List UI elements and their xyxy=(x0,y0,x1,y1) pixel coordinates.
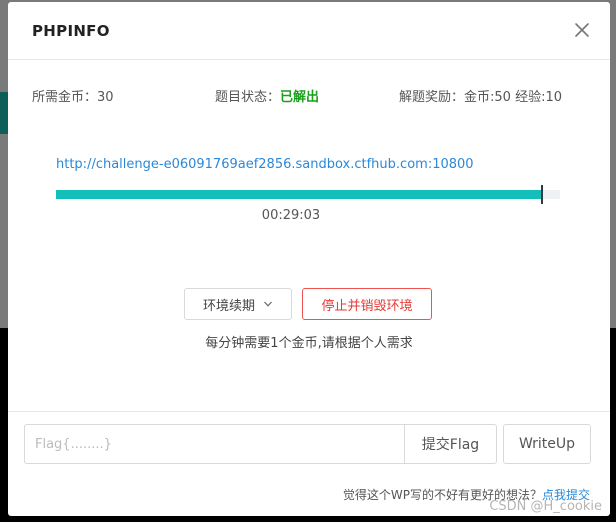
close-icon xyxy=(575,23,589,37)
solve-reward-value: 金币:50 经验:10 xyxy=(464,90,562,105)
solve-reward: 解题奖励：金币:50 经验:10 xyxy=(399,86,562,105)
challenge-status-label: 题目状态： xyxy=(215,90,281,105)
time-progress-bar xyxy=(56,185,560,204)
csdn-watermark: CSDN @H_cookie xyxy=(489,499,602,514)
time-progress-fill xyxy=(56,190,543,199)
challenge-status: 题目状态：已解出 xyxy=(215,86,319,105)
remaining-time: 00:29:03 xyxy=(261,208,321,223)
coin-usage-hint: 每分钟需要1个金币,请根据个人需求 xyxy=(205,336,413,351)
close-button[interactable] xyxy=(572,20,592,40)
time-progress-marker xyxy=(541,185,544,204)
modal-header: PHPINFO xyxy=(8,2,610,60)
required-coins-label: 所需金币： xyxy=(32,90,98,105)
extend-environment-button[interactable]: 环境续期 xyxy=(184,288,292,320)
required-coins: 所需金币：30 xyxy=(32,86,114,105)
extend-environment-label: 环境续期 xyxy=(202,298,255,314)
destroy-environment-button[interactable]: 停止并销毁环境 xyxy=(302,288,432,320)
submit-flag-button[interactable]: 提交Flag xyxy=(404,424,497,464)
required-coins-value: 30 xyxy=(97,90,114,105)
chevron-down-icon xyxy=(264,301,272,307)
challenge-url-link[interactable]: http://challenge-e06091769aef2856.sandbo… xyxy=(56,157,474,172)
writeup-button[interactable]: WriteUp xyxy=(503,424,591,464)
modal-title: PHPINFO xyxy=(32,22,110,40)
status-badge: 已解出 xyxy=(280,90,320,105)
challenge-modal: PHPINFO 所需金币：30 题目状态：已解出 解题奖励：金币:50 经验:1… xyxy=(8,2,610,516)
flag-input[interactable] xyxy=(24,424,404,464)
solve-reward-label: 解题奖励： xyxy=(399,90,465,105)
